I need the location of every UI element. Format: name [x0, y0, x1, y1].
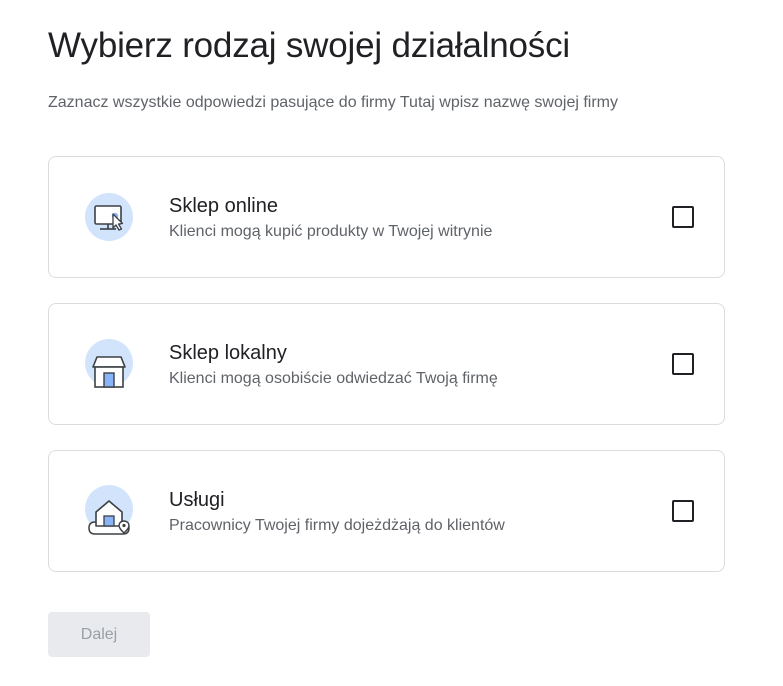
next-button[interactable]: Dalej — [48, 612, 150, 657]
page-title: Wybierz rodzaj swojej działalności — [48, 26, 570, 65]
option-title: Sklep lokalny — [169, 342, 287, 364]
option-title: Usługi — [169, 489, 225, 511]
option-card-online-store[interactable]: Sklep online Klienci mogą kupić produkty… — [48, 156, 725, 278]
option-description: Klienci mogą kupić produkty w Twojej wit… — [169, 223, 493, 240]
option-text: Usługi Pracownicy Twojej firmy dojeżdżaj… — [169, 487, 505, 537]
option-card-local-store[interactable]: Sklep lokalny Klienci mogą osobiście odw… — [48, 303, 725, 425]
option-title: Sklep online — [169, 195, 278, 217]
option-description: Pracownicy Twojej firmy dojeżdżają do kl… — [169, 517, 505, 534]
checkbox-services[interactable] — [672, 500, 694, 522]
checkbox-local-store[interactable] — [672, 353, 694, 375]
option-card-services[interactable]: Usługi Pracownicy Twojej firmy dojeżdżaj… — [48, 450, 725, 572]
option-text: Sklep lokalny Klienci mogą osobiście odw… — [169, 340, 498, 390]
option-text: Sklep online Klienci mogą kupić produkty… — [169, 193, 492, 243]
service-area-icon — [81, 484, 141, 544]
checkbox-online-store[interactable] — [672, 206, 694, 228]
online-store-icon — [81, 190, 141, 250]
option-description: Klienci mogą osobiście odwiedzać Twoją f… — [169, 370, 498, 387]
local-store-icon — [81, 337, 141, 397]
page-subtitle: Zaznacz wszystkie odpowiedzi pasujące do… — [48, 94, 618, 111]
